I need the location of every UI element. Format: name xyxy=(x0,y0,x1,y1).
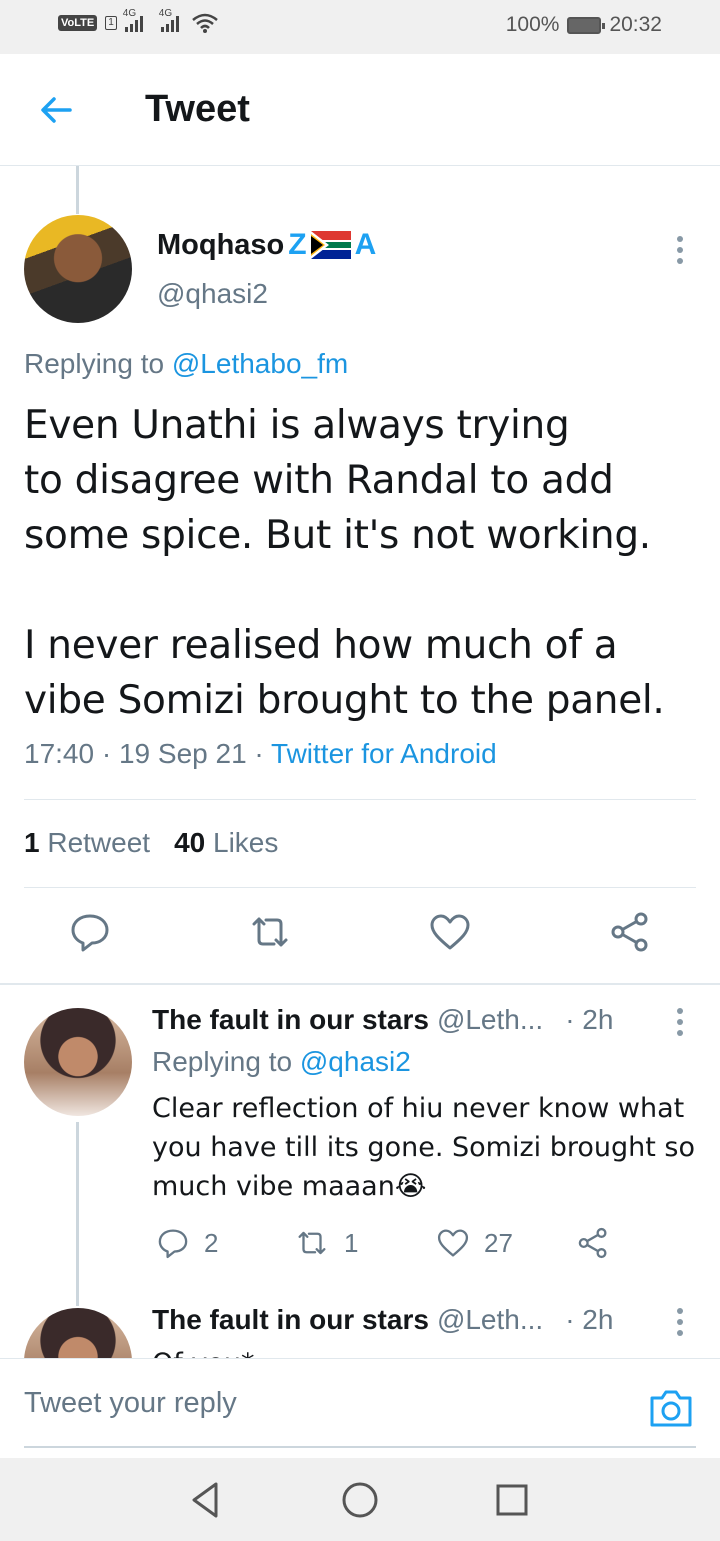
replying-to: Replying to @qhasi2 xyxy=(152,1046,411,1078)
replying-prefix: Replying to xyxy=(152,1046,293,1077)
reply-author-handle[interactable]: @Leth... xyxy=(437,1304,543,1336)
retweet-stat[interactable]: 1 Retweet xyxy=(24,827,150,859)
avatar[interactable] xyxy=(24,215,132,323)
reply-input-underline xyxy=(24,1446,696,1448)
reply-author-handle[interactable]: @Leth... xyxy=(437,1004,543,1036)
like-icon xyxy=(437,1229,469,1257)
like-icon[interactable] xyxy=(428,910,472,954)
status-bar: VoLTE 1 4G 4G 100% 20:32 xyxy=(0,0,720,54)
divider xyxy=(24,887,696,888)
reply-composer xyxy=(0,1358,720,1458)
replying-to-link[interactable]: @qhasi2 xyxy=(300,1046,411,1077)
share-icon xyxy=(578,1227,607,1259)
retweet-icon xyxy=(298,1231,326,1255)
share-button[interactable] xyxy=(576,1226,610,1260)
reply-button[interactable]: 2 xyxy=(156,1226,218,1260)
name-emoji-a: A xyxy=(354,228,377,261)
tweet-text: Even Unathi is always trying to disagree… xyxy=(24,403,665,723)
replying-to-link[interactable]: @Lethabo_fm xyxy=(172,348,348,379)
more-icon[interactable] xyxy=(677,1008,683,1036)
reply-text: Clear reflection of hiu never know what … xyxy=(152,1093,695,1202)
reply-count: 2 xyxy=(204,1227,219,1258)
status-icons-left: VoLTE 1 4G 4G xyxy=(58,8,219,34)
divider xyxy=(24,799,696,800)
signal-icon-2: 4G xyxy=(159,8,179,32)
author-name-text: Moqhaso xyxy=(157,228,285,261)
reply-author-name[interactable]: The fault in our stars xyxy=(152,1004,429,1036)
wifi-icon xyxy=(191,13,218,33)
thread-line xyxy=(76,166,79,214)
reply-text: Of you* xyxy=(152,1344,702,1358)
system-nav-bar xyxy=(0,1458,720,1541)
tweet-actions xyxy=(0,910,720,966)
nav-back-icon[interactable] xyxy=(186,1480,226,1520)
clock: 20:32 xyxy=(609,13,662,36)
reply-icon xyxy=(158,1229,188,1259)
nav-home-icon[interactable] xyxy=(340,1480,380,1520)
volte-icon: VoLTE xyxy=(58,15,98,31)
retweet-button[interactable]: 1 xyxy=(294,1226,358,1260)
reply-input[interactable] xyxy=(24,1387,654,1420)
reply-author-name[interactable]: The fault in our stars xyxy=(152,1304,429,1336)
camera-icon[interactable] xyxy=(648,1385,694,1431)
tweet-time: 17:40 xyxy=(24,738,95,769)
divider xyxy=(0,983,720,985)
reply-header: The fault in our stars @Leth... · 2h xyxy=(152,1304,613,1336)
nav-recents-icon[interactable] xyxy=(492,1480,532,1520)
more-icon[interactable] xyxy=(677,236,683,264)
engagement-stats: 1 Retweet 40 Likes xyxy=(24,827,278,859)
thread-line xyxy=(76,1122,79,1306)
reply-time: · 2h xyxy=(565,1304,614,1335)
like-button[interactable]: 27 xyxy=(436,1226,513,1260)
reply-header: The fault in our stars @Leth... · 2h xyxy=(152,1004,613,1036)
tweet-source-link[interactable]: Twitter for Android xyxy=(271,738,497,769)
back-arrow-icon[interactable] xyxy=(36,90,76,130)
battery-percent: 100% xyxy=(505,13,560,36)
name-emoji-z: Z xyxy=(288,228,307,261)
sim-icon: 1 xyxy=(105,16,117,30)
likes-stat[interactable]: 40 Likes xyxy=(174,827,278,859)
battery-icon xyxy=(567,16,606,34)
more-icon[interactable] xyxy=(677,1308,683,1336)
network-type-label-2: 4G xyxy=(158,8,173,19)
avatar[interactable] xyxy=(24,1308,132,1358)
status-icons-right: 100% 20:32 xyxy=(506,13,662,37)
page-title: Tweet xyxy=(145,88,250,130)
retweet-count: 1 xyxy=(344,1227,359,1258)
reply-actions: 2 1 27 xyxy=(152,1226,712,1266)
author-name[interactable]: Moqhaso Z A xyxy=(157,228,376,262)
top-app-bar: Tweet xyxy=(0,54,720,166)
retweet-icon[interactable] xyxy=(248,910,292,954)
replying-to: Replying to @Lethabo_fm xyxy=(24,348,348,380)
tweet-meta: 17:40 · 19 Sep 21 · Twitter for Android xyxy=(24,738,497,769)
tweet-date: 19 Sep 21 xyxy=(118,738,247,769)
network-type-label: 4G xyxy=(122,8,137,19)
signal-icon: 4G xyxy=(123,8,143,32)
like-count: 27 xyxy=(484,1227,513,1258)
replying-prefix: Replying to xyxy=(24,348,165,379)
author-handle[interactable]: @qhasi2 xyxy=(157,278,268,310)
reply-icon[interactable] xyxy=(68,910,112,954)
share-icon[interactable] xyxy=(608,910,652,954)
reply-item[interactable]: The fault in our stars @Leth... · 2h Of … xyxy=(0,1290,720,1358)
avatar[interactable] xyxy=(24,1008,132,1116)
reply-time: · 2h xyxy=(565,1004,614,1035)
south-africa-flag-icon xyxy=(310,231,351,259)
